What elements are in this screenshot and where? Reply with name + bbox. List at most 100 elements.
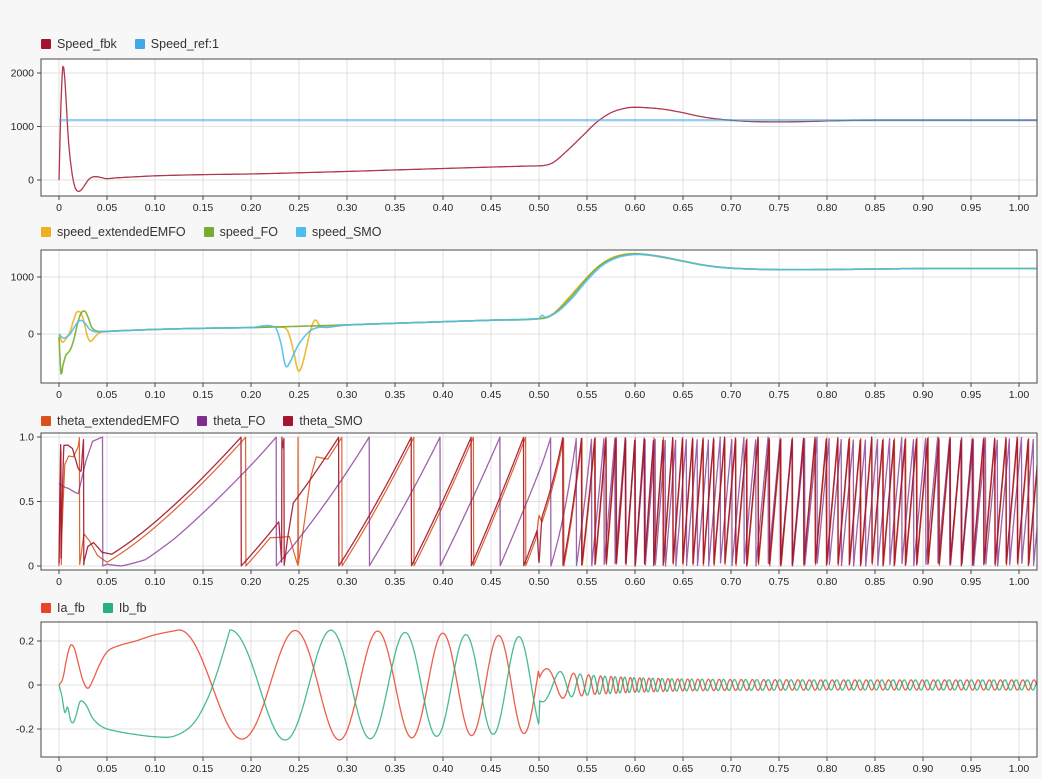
x-tick-label: 0.40 — [433, 763, 454, 775]
y-tick-labels: -0.2 0 0.2 — [16, 635, 34, 735]
y-tick-labels: 0 1000 — [11, 272, 35, 341]
y-tick-labels: 010002000 — [11, 68, 35, 187]
x-tick-label: 0.55 — [577, 576, 598, 588]
x-tick-label: 0.65 — [673, 202, 694, 214]
x-tick-label: 0 — [56, 576, 62, 588]
x-tick-label: 0.60 — [625, 202, 646, 214]
x-tick-label: 0.45 — [481, 389, 502, 401]
x-tick-labels: 00.050.100.150.200.250.300.350.400.450.5… — [56, 389, 1029, 401]
x-tick-label: 0.90 — [913, 763, 934, 775]
x-tick-label: 0.75 — [769, 763, 790, 775]
x-tick-label: 0.10 — [145, 763, 166, 775]
x-tick-label: 0.20 — [241, 576, 262, 588]
x-tick-label: 0.05 — [97, 576, 118, 588]
x-tick-label: 0.85 — [865, 389, 886, 401]
x-tick-label: 0 — [56, 202, 62, 214]
x-tick-label: 0.60 — [625, 763, 646, 775]
y-tick-labels: 00.51.0 — [19, 431, 34, 572]
y-tick-label: 1000 — [11, 121, 35, 133]
x-tick-label: 0.90 — [913, 576, 934, 588]
y-tick-label: 1.0 — [19, 431, 34, 443]
x-tick-labels: 00.050.100.150.200.250.300.350.400.450.5… — [56, 763, 1029, 775]
x-tick-label: 1.00 — [1009, 763, 1030, 775]
plot-panel-2: 00.050.100.150.200.250.300.350.400.450.5… — [11, 250, 1039, 401]
x-tick-label: 0.15 — [193, 576, 214, 588]
x-tick-label: 0.40 — [433, 576, 454, 588]
x-tick-label: 0.50 — [529, 202, 550, 214]
x-tick-label: 0.40 — [433, 389, 454, 401]
y-tick-label: 0 — [28, 561, 34, 573]
x-tick-label: 0.80 — [817, 202, 838, 214]
x-tick-label: 0.70 — [721, 202, 742, 214]
x-tick-label: 0.95 — [961, 389, 982, 401]
x-tick-label: 1.00 — [1009, 202, 1030, 214]
x-tick-label: 0 — [56, 389, 62, 401]
x-tick-label: 0.05 — [97, 389, 118, 401]
x-tick-label: 0.85 — [865, 576, 886, 588]
x-tick-label: 0.95 — [961, 576, 982, 588]
x-tick-label: 0.40 — [433, 202, 454, 214]
x-tick-label: 0.20 — [241, 389, 262, 401]
x-tick-label: 0.15 — [193, 202, 214, 214]
x-tick-label: 0 — [56, 763, 62, 775]
x-tick-label: 0.50 — [529, 576, 550, 588]
x-tick-label: 0.80 — [817, 389, 838, 401]
x-tick-label: 0.70 — [721, 763, 742, 775]
x-tick-label: 0.30 — [337, 576, 358, 588]
x-tick-label: 0.75 — [769, 576, 790, 588]
x-tick-label: 1.00 — [1009, 389, 1030, 401]
x-tick-label: 0.80 — [817, 576, 838, 588]
x-tick-label: 0.85 — [865, 202, 886, 214]
x-tick-label: 0.95 — [961, 763, 982, 775]
x-tick-label: 0.95 — [961, 202, 982, 214]
x-tick-label: 0.30 — [337, 763, 358, 775]
x-tick-label: 0.30 — [337, 202, 358, 214]
x-tick-label: 0.85 — [865, 763, 886, 775]
x-tick-label: 0.55 — [577, 389, 598, 401]
scope-window: Speed_fbkSpeed_ref:1 speed_extendedEMFOs… — [0, 0, 1042, 779]
x-tick-labels: 0 0.05 0.10 0.15 0.20 0.25 0.30 0.35 0.40 0.45 0.5… — [56, 202, 1029, 214]
plots-canvas[interactable]: 00.050.100.150.200.250.300.350.400.450.5… — [0, 0, 1042, 779]
y-tick-label: 2000 — [11, 68, 35, 80]
x-tick-label: 0.60 — [625, 389, 646, 401]
x-tick-label: 0.30 — [337, 389, 358, 401]
x-tick-label: 0.45 — [481, 202, 502, 214]
x-tick-label: 0.20 — [241, 763, 262, 775]
x-tick-label: 0.15 — [193, 389, 214, 401]
x-tick-label: 0.15 — [193, 763, 214, 775]
x-tick-label: 0.35 — [385, 763, 406, 775]
x-tick-label: 0.10 — [145, 202, 166, 214]
x-tick-label: 0.75 — [769, 389, 790, 401]
y-tick-label: 1000 — [11, 272, 35, 284]
x-tick-label: 0.55 — [577, 202, 598, 214]
x-tick-label: 0.35 — [385, 389, 406, 401]
x-tick-label: 0.35 — [385, 576, 406, 588]
x-tick-label: 1.00 — [1009, 576, 1030, 588]
y-tick-label: 0 — [28, 328, 34, 340]
plot-panel-1: 0 0.05 0.10 0.15 0.20 0.25 0.30 0.35 0.40 0.45 0.5… — [11, 59, 1039, 214]
plot-panel-3: 0 0.05 0.10 0.15 0.20 0.25 0.30 0.35 0.40 0.45 0.5… — [19, 431, 1038, 588]
x-tick-label: 0.75 — [769, 202, 790, 214]
x-tick-label: 0.25 — [289, 202, 310, 214]
x-tick-label: 0.70 — [721, 576, 742, 588]
x-tick-label: 0.35 — [385, 202, 406, 214]
y-tick-label: 0.2 — [19, 635, 34, 647]
x-tick-label: 0.10 — [145, 576, 166, 588]
x-tick-label: 0.25 — [289, 576, 310, 588]
x-tick-labels: 0 0.05 0.10 0.15 0.20 0.25 0.30 0.35 0.40 0.45 0.5… — [56, 576, 1029, 588]
x-tick-label: 0.20 — [241, 202, 262, 214]
x-tick-label: 0.55 — [577, 763, 598, 775]
x-tick-label: 0.65 — [673, 763, 694, 775]
y-tick-label: 0 — [28, 679, 34, 691]
x-tick-label: 0.05 — [97, 202, 118, 214]
x-tick-label: 0.45 — [481, 576, 502, 588]
x-tick-label: 0.65 — [673, 389, 694, 401]
plot-panel-4: 00.050.100.150.200.250.300.350.400.450.5… — [16, 622, 1038, 775]
x-tick-label: 0.80 — [817, 763, 838, 775]
x-tick-label: 0.25 — [289, 763, 310, 775]
x-tick-label: 0.05 — [97, 763, 118, 775]
y-tick-label: -0.2 — [16, 724, 34, 736]
x-tick-label: 0.50 — [529, 389, 550, 401]
x-tick-label: 0.60 — [625, 576, 646, 588]
x-tick-label: 0.25 — [289, 389, 310, 401]
